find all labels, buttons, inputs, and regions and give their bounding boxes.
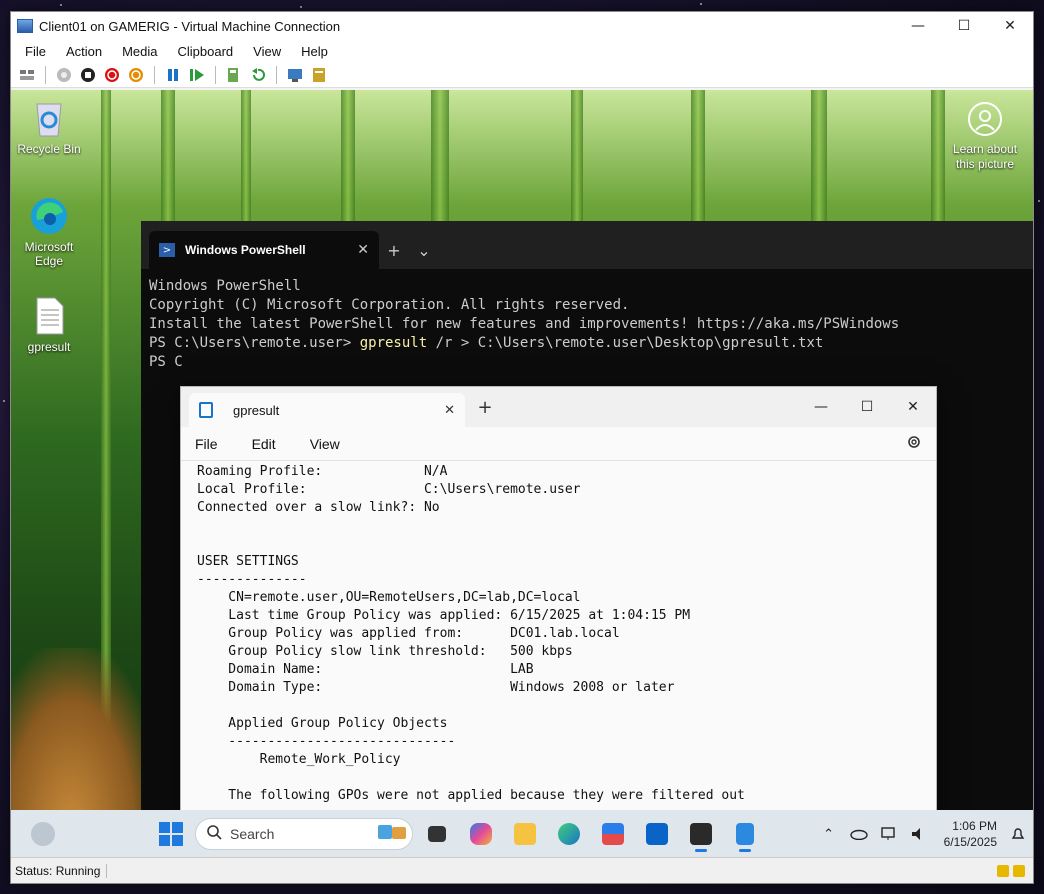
taskbar-clock[interactable]: 1:06 PM 6/15/2025 (944, 818, 997, 850)
vm-titlebar[interactable]: Client01 on GAMERIG - Virtual Machine Co… (11, 12, 1033, 40)
chevron-down-icon[interactable]: ⌄ (409, 231, 439, 269)
terminal-command-line: PS C:\Users\remote.user> gpresult /r > C… (149, 334, 1025, 353)
resume-icon[interactable] (188, 66, 206, 84)
edge-icon[interactable] (549, 814, 589, 854)
gear-icon[interactable] (906, 434, 922, 453)
vm-status-text: Status: Running (11, 863, 108, 878)
checkpoint-icon[interactable] (225, 66, 243, 84)
start-button[interactable] (159, 822, 183, 846)
terminal-next-prompt: PS C (149, 354, 183, 370)
new-tab-button[interactable]: + (465, 397, 505, 418)
notepad-menu-edit[interactable]: Edit (252, 436, 276, 452)
menu-clipboard[interactable]: Clipboard (168, 44, 244, 59)
terminal-command-args: /r > C:\Users\remote.user\Desktop\gpresu… (427, 335, 824, 351)
shut-down-icon[interactable] (103, 66, 121, 84)
desktop-icon-edge[interactable]: Microsoft Edge (11, 196, 87, 268)
taskbar: Search ⌃ 1:06 PM 6/15/2025 (11, 810, 1033, 858)
new-tab-button[interactable]: + (379, 231, 409, 269)
desktop-icon-label: Microsoft Edge (24, 240, 74, 268)
maximize-button[interactable]: ☐ (844, 393, 890, 421)
edge-icon (29, 196, 69, 236)
notepad-titlebar[interactable]: gpresult ✕ + — ☐ ✕ (181, 387, 936, 427)
search-placeholder: Search (230, 826, 275, 842)
terminal-tab-title: Windows PowerShell (185, 243, 306, 257)
menu-action[interactable]: Action (56, 44, 112, 59)
pause-icon[interactable] (164, 66, 182, 84)
vm-window-title: Client01 on GAMERIG - Virtual Machine Co… (39, 18, 341, 34)
volume-icon[interactable] (908, 823, 930, 845)
minimize-button[interactable]: — (798, 393, 844, 421)
store-icon[interactable] (593, 814, 633, 854)
terminal-line: Install the latest PowerShell for new fe… (149, 316, 900, 332)
keyboard-lock-icon (997, 864, 1009, 877)
close-icon[interactable]: ✕ (444, 403, 455, 418)
notification-bell-icon[interactable] (1007, 823, 1029, 845)
text-file-icon (29, 296, 69, 336)
clock-date: 6/15/2025 (943, 835, 997, 849)
menu-media[interactable]: Media (112, 44, 167, 59)
terminal-command: gpresult (359, 335, 428, 351)
share-icon[interactable] (310, 66, 328, 84)
notepad-tab[interactable]: gpresult ✕ (189, 393, 465, 427)
terminal-tab-bar: > Windows PowerShell ✕ + ⌄ (141, 221, 1033, 269)
save-state-icon[interactable] (127, 66, 145, 84)
vm-status-bar: Status: Running (11, 857, 1033, 883)
onedrive-icon[interactable] (848, 823, 870, 845)
notepad-text-area[interactable]: Roaming Profile: N/A Local Profile: C:\U… (181, 461, 936, 857)
close-icon[interactable]: ✕ (357, 242, 369, 258)
ctrl-alt-del-icon[interactable] (18, 66, 36, 84)
notepad-window[interactable]: gpresult ✕ + — ☐ ✕ File Edit View Roamin… (180, 386, 937, 858)
search-highlight-icon (372, 821, 412, 847)
notepad-menu-view[interactable]: View (310, 436, 340, 452)
desktop-icon-gpresult[interactable]: gpresult (11, 296, 87, 354)
guest-desktop: Recycle Bin Microsoft Edge gpresult Lear… (11, 90, 1033, 858)
revert-icon[interactable] (249, 66, 267, 84)
clock-time: 1:06 PM (952, 819, 997, 833)
turn-off-icon[interactable] (79, 66, 97, 84)
terminal-icon[interactable] (681, 814, 721, 854)
notepad-icon[interactable] (725, 814, 765, 854)
vm-connection-window: Client01 on GAMERIG - Virtual Machine Co… (10, 11, 1034, 884)
file-explorer-icon[interactable] (505, 814, 545, 854)
menu-file[interactable]: File (15, 44, 56, 59)
notepad-menubar: File Edit View (181, 427, 936, 461)
copilot-icon[interactable] (461, 814, 501, 854)
learn-about-label: Learn about this picture (952, 142, 1018, 171)
close-button[interactable]: ✕ (987, 12, 1033, 40)
task-view-icon[interactable] (417, 814, 457, 854)
close-button[interactable]: ✕ (890, 393, 936, 421)
enhanced-session-icon[interactable] (286, 66, 304, 84)
vm-toolbar (11, 62, 1033, 88)
vm-menubar: File Action Media Clipboard View Help (11, 40, 1033, 62)
minimize-button[interactable]: — (895, 12, 941, 40)
outlook-icon[interactable] (637, 814, 677, 854)
start-icon[interactable] (55, 66, 73, 84)
notepad-menu-file[interactable]: File (195, 436, 218, 452)
vm-app-icon (17, 19, 33, 33)
recycle-bin-icon (29, 98, 69, 138)
menu-view[interactable]: View (243, 44, 291, 59)
desktop-icon-recycle-bin[interactable]: Recycle Bin (11, 98, 87, 156)
terminal-output[interactable]: Windows PowerShell Copyright (C) Microsof… (141, 269, 1033, 380)
taskbar-search[interactable]: Search (195, 818, 413, 850)
powershell-icon: > (159, 243, 175, 257)
desktop-icon-label: Recycle Bin (17, 142, 81, 156)
notepad-tab-title: gpresult (233, 402, 280, 418)
system-tray: ⌃ 1:06 PM 6/15/2025 (814, 818, 1033, 850)
widgets-icon[interactable] (31, 822, 55, 846)
terminal-line: Copyright (C) Microsoft Corporation. All… (149, 297, 630, 313)
search-icon (206, 824, 222, 844)
network-icon[interactable] (878, 823, 900, 845)
terminal-line: Windows PowerShell (149, 278, 301, 294)
notepad-icon (199, 402, 213, 418)
mouse-lock-icon (1013, 864, 1025, 877)
desktop-icon-label: gpresult (27, 340, 71, 354)
terminal-prompt: PS C:\Users\remote.user> (149, 335, 360, 351)
maximize-button[interactable]: ☐ (941, 12, 987, 40)
learn-about-picture[interactable]: Learn about this picture (945, 102, 1025, 172)
chevron-up-icon[interactable]: ⌃ (818, 823, 840, 845)
camera-icon (968, 102, 1002, 136)
menu-help[interactable]: Help (291, 44, 338, 59)
terminal-tab[interactable]: > Windows PowerShell ✕ (149, 231, 379, 269)
